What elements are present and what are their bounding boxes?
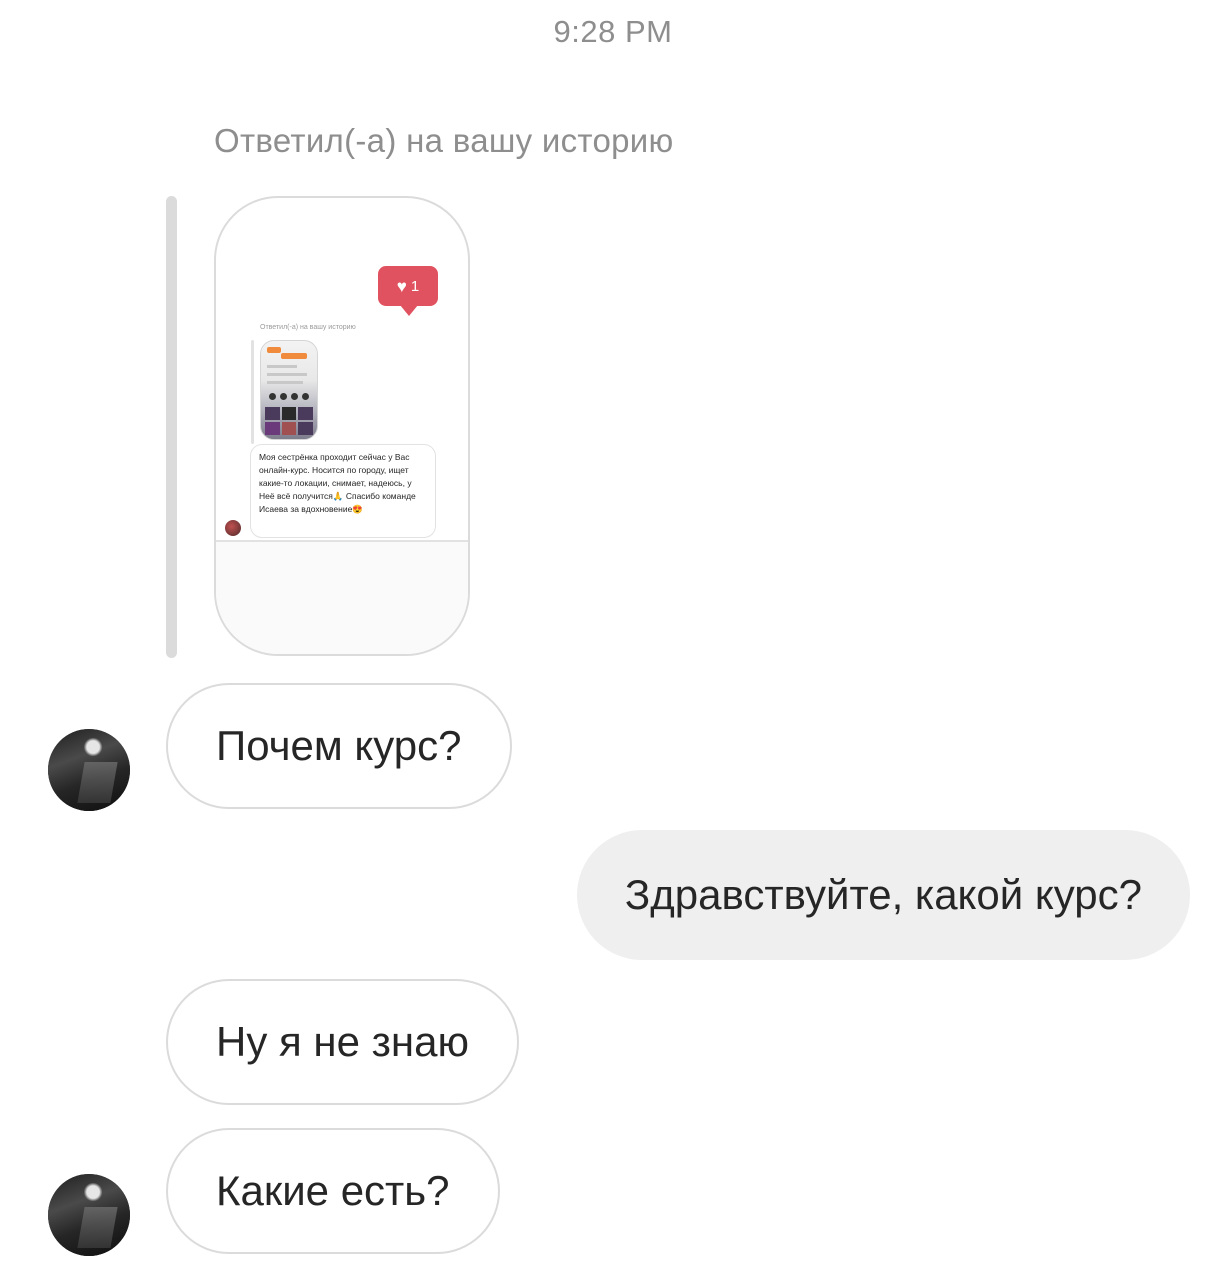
thumb-line xyxy=(267,381,303,384)
thumb-post-grid xyxy=(265,407,313,435)
thumb-tag xyxy=(281,353,307,359)
heart-icon: ♥ xyxy=(396,276,407,296)
inner-avatar xyxy=(225,520,241,536)
message-bubble-outgoing[interactable]: Здравствуйте, какой курс? xyxy=(576,830,1190,960)
thumb-tag xyxy=(267,347,281,353)
thumb-highlights xyxy=(269,393,309,400)
like-notification-badge: ♥ 1 xyxy=(378,266,438,316)
inner-message-bubble: Моя сестрёнка проходит сейчас у Вас онла… xyxy=(250,444,436,538)
message-timestamp: 9:28 PM xyxy=(553,14,673,49)
reply-quote-bar xyxy=(166,196,177,658)
like-count: 1 xyxy=(410,277,420,295)
inner-bottom-area xyxy=(216,542,468,654)
message-bubble-incoming[interactable]: Какие есть? xyxy=(166,1128,500,1254)
inner-quote-bar xyxy=(251,340,254,444)
story-screenshot: ♥ 1 Ответил(-а) на вашу историю Моя сест… xyxy=(216,198,468,654)
avatar[interactable] xyxy=(48,729,130,811)
story-preview-card[interactable]: ♥ 1 Ответил(-а) на вашу историю Моя сест… xyxy=(214,196,470,656)
message-bubble-incoming[interactable]: Ну я не знаю xyxy=(166,979,519,1105)
inner-reply-label: Ответил(-а) на вашу историю xyxy=(260,324,356,331)
inner-story-thumbnail xyxy=(260,340,318,440)
thumb-line xyxy=(267,365,297,368)
thumb-line xyxy=(267,373,307,376)
avatar[interactable] xyxy=(48,1174,130,1256)
message-bubble-incoming[interactable]: Почем курс? xyxy=(166,683,512,809)
story-reply-label: Ответил(-а) на вашу историю xyxy=(214,122,674,159)
